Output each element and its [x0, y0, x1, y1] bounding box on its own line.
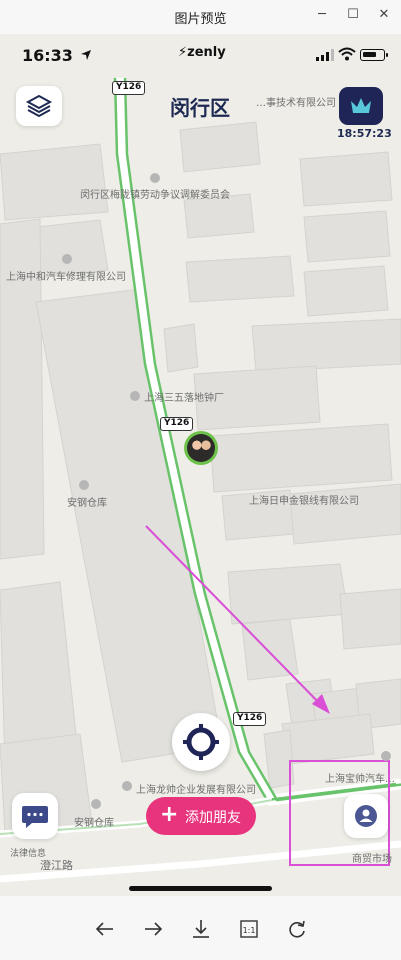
- map-label-steel-wire: 上海日申金银线有限公司: [249, 496, 359, 507]
- status-time: 16:33: [22, 46, 73, 65]
- viewer-toolbar: 1:1: [0, 896, 401, 960]
- maximize-button[interactable]: ☐: [341, 5, 365, 25]
- chat-bubble-icon: [22, 806, 48, 828]
- home-indicator: [129, 886, 272, 891]
- add-friend-button[interactable]: + 添加朋友: [146, 797, 256, 835]
- map-layers-button[interactable]: [16, 86, 62, 126]
- minimize-button[interactable]: ─: [310, 5, 334, 25]
- crown-icon: [351, 98, 371, 113]
- road-shield: Y126: [112, 81, 146, 95]
- avatar-photo: [187, 434, 215, 462]
- download-icon[interactable]: [188, 916, 214, 942]
- map-label-auto-repair: 上海中和汽车修理有限公司: [6, 272, 126, 283]
- status-bar: 16:33 ⚡zenly: [0, 34, 401, 78]
- plus-icon: +: [160, 802, 179, 827]
- back-arrow-icon[interactable]: [92, 916, 118, 942]
- friend-avatar-marker[interactable]: [184, 431, 218, 465]
- road-shield: Y126: [233, 712, 267, 726]
- rotate-icon[interactable]: [284, 916, 310, 942]
- user-icon: [355, 805, 377, 827]
- recenter-button[interactable]: [172, 713, 230, 771]
- map-label-tech: …事技术有限公司: [256, 98, 336, 109]
- layers-icon: [25, 94, 53, 118]
- map-label-committee: 闵行区梅陇镇劳动争议调解委员会: [80, 190, 230, 201]
- chat-button[interactable]: [12, 793, 58, 839]
- district-title: 闵行区: [170, 96, 230, 120]
- poi-icon: [122, 781, 132, 791]
- actual-size-icon[interactable]: 1:1: [236, 916, 262, 942]
- signal-icon: [316, 49, 334, 61]
- location-arrow-icon: [81, 50, 91, 60]
- profile-button[interactable]: [344, 794, 388, 838]
- road-shield: Y126: [160, 417, 194, 431]
- poi-icon: [79, 480, 89, 490]
- map-label-steel-warehouse-2: 安钢仓库: [74, 818, 114, 829]
- poi-icon: [130, 391, 140, 401]
- map-label-clock-factory: 上海三五落地钟厂: [144, 393, 224, 404]
- poi-icon: [91, 799, 101, 809]
- poi-icon: [381, 751, 391, 761]
- add-friend-label: 添加朋友: [185, 810, 241, 826]
- map-label-longshuai: 上海龙帅企业发展有限公司: [136, 785, 256, 796]
- poi-icon: [62, 254, 72, 264]
- crown-button[interactable]: [339, 87, 383, 125]
- map-label-baoshuai: 上海宝帅汽车…: [325, 774, 395, 785]
- wifi-icon: [338, 47, 356, 61]
- svg-text:1:1: 1:1: [243, 926, 256, 935]
- window-titlebar: 图片预览 ─ ☐ ✕: [0, 0, 401, 34]
- forward-arrow-icon[interactable]: [140, 916, 166, 942]
- crosshair-icon: [183, 724, 219, 760]
- map-label-steel-warehouse: 安钢仓库: [67, 498, 107, 509]
- phone-screenshot: …事技术有限公司 闵行区梅陇镇劳动争议调解委员会 上海中和汽车修理有限公司 上海…: [0, 34, 401, 896]
- map-label-road: 澄江路: [40, 859, 73, 872]
- brand-label: ⚡zenly: [178, 45, 226, 60]
- poi-icon: [150, 173, 160, 183]
- map-label-shop: 商贸市场: [352, 854, 392, 865]
- brand-name: zenly: [187, 45, 226, 60]
- clock-label: 18:57:23: [337, 127, 392, 140]
- zenly-logo-icon: ⚡: [178, 45, 188, 60]
- close-button[interactable]: ✕: [372, 5, 396, 25]
- battery-icon: [360, 49, 388, 61]
